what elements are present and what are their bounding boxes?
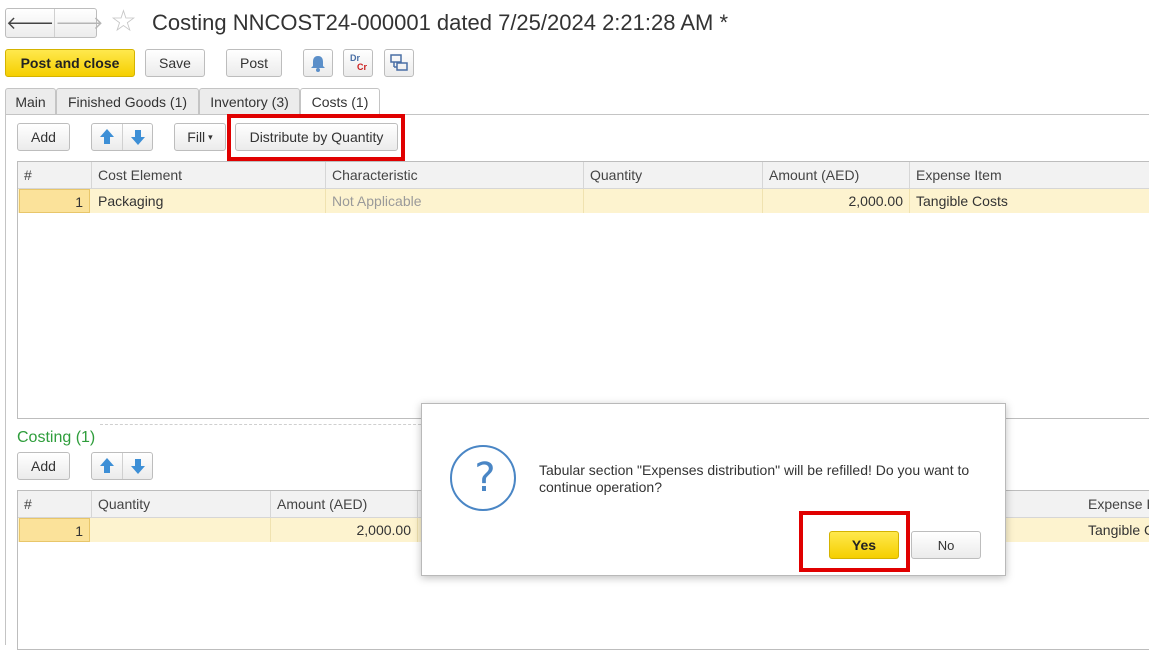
bell-icon xyxy=(311,56,325,72)
fill-dropdown-button[interactable]: Fill ▾ xyxy=(174,123,226,151)
distribute-by-quantity-button[interactable]: Distribute by Quantity xyxy=(235,123,398,151)
yes-button[interactable]: Yes xyxy=(829,531,899,559)
fill-label: Fill xyxy=(187,129,206,145)
cell-cost-element[interactable]: Packaging xyxy=(92,189,326,213)
col-quantity[interactable]: Quantity xyxy=(584,162,763,188)
costing-add-button[interactable]: Add xyxy=(17,452,70,480)
post-button[interactable]: Post xyxy=(226,49,282,77)
move-down-icon[interactable] xyxy=(123,453,153,479)
cell-expense-item[interactable]: Tangible C xyxy=(1082,518,1149,542)
col-number[interactable]: # xyxy=(18,162,92,188)
tab-divider xyxy=(5,114,1149,115)
row-number[interactable]: 1 xyxy=(19,518,90,542)
page-title: Costing NNCOST24-000001 dated 7/25/2024 … xyxy=(152,10,729,35)
costs-add-button[interactable]: Add xyxy=(17,123,70,151)
tab-main[interactable]: Main xyxy=(5,88,56,114)
move-down-icon[interactable] xyxy=(123,124,153,150)
costs-table-header: # Cost Element Characteristic Quantity A… xyxy=(18,162,1149,189)
cell-quantity[interactable] xyxy=(92,518,271,542)
post-and-close-button[interactable]: Post and close xyxy=(5,49,135,77)
question-icon: ? xyxy=(450,445,516,511)
dialog-message: Tabular section "Expenses distribution" … xyxy=(539,462,970,495)
cell-amount[interactable]: 2,000.00 xyxy=(271,518,418,542)
col-characteristic[interactable]: Characteristic xyxy=(326,162,584,188)
section-divider xyxy=(100,424,421,425)
tab-costs[interactable]: Costs (1) xyxy=(300,88,380,115)
costs-table: # Cost Element Characteristic Quantity A… xyxy=(17,161,1149,419)
row-number[interactable]: 1 xyxy=(19,189,90,213)
col-amount[interactable]: Amount (AED) xyxy=(763,162,910,188)
no-button[interactable]: No xyxy=(911,531,981,559)
col-number[interactable]: # xyxy=(18,491,92,517)
col-expense-item[interactable]: Expense I xyxy=(1082,491,1149,517)
costing-move-group xyxy=(91,452,153,480)
cr-label: Cr xyxy=(357,62,368,72)
content-left-border xyxy=(5,114,6,645)
col-cost-element[interactable]: Cost Element xyxy=(92,162,326,188)
notification-button[interactable] xyxy=(303,49,333,77)
favorite-star-icon[interactable]: ☆ xyxy=(110,6,137,38)
costs-move-group xyxy=(91,123,153,151)
cell-quantity[interactable] xyxy=(584,189,763,213)
table-row[interactable]: 1 Packaging Not Applicable 2,000.00 Tang… xyxy=(18,189,1149,213)
save-button[interactable]: Save xyxy=(145,49,205,77)
back-arrow-icon[interactable]: 🡐 xyxy=(6,9,54,37)
tab-finished-goods[interactable]: Finished Goods (1) xyxy=(56,88,199,114)
col-amount[interactable]: Amount (AED) xyxy=(271,491,418,517)
structure-button[interactable] xyxy=(384,49,414,77)
forward-arrow-icon[interactable]: 🡒 xyxy=(54,9,104,37)
tab-inventory[interactable]: Inventory (3) xyxy=(199,88,300,114)
dr-cr-icon: Dr Cr xyxy=(344,50,372,76)
navigation-group: 🡐 🡒 xyxy=(5,8,104,38)
cell-expense-item[interactable]: Tangible Costs xyxy=(910,189,1149,213)
dr-cr-button[interactable]: Dr Cr xyxy=(343,49,373,77)
confirmation-dialog: ? Tabular section "Expenses distribution… xyxy=(421,403,1006,576)
col-expense-item[interactable]: Expense Item xyxy=(910,162,1149,188)
move-up-icon[interactable] xyxy=(92,453,123,479)
chevron-down-icon: ▾ xyxy=(208,131,213,142)
cell-characteristic[interactable]: Not Applicable xyxy=(326,189,584,213)
move-up-icon[interactable] xyxy=(92,124,123,150)
question-mark-glyph: ? xyxy=(474,455,496,501)
cell-amount[interactable]: 2,000.00 xyxy=(763,189,910,213)
structure-icon xyxy=(390,54,408,71)
col-quantity[interactable]: Quantity xyxy=(92,491,271,517)
costing-section-title[interactable]: Costing (1) xyxy=(17,429,95,447)
